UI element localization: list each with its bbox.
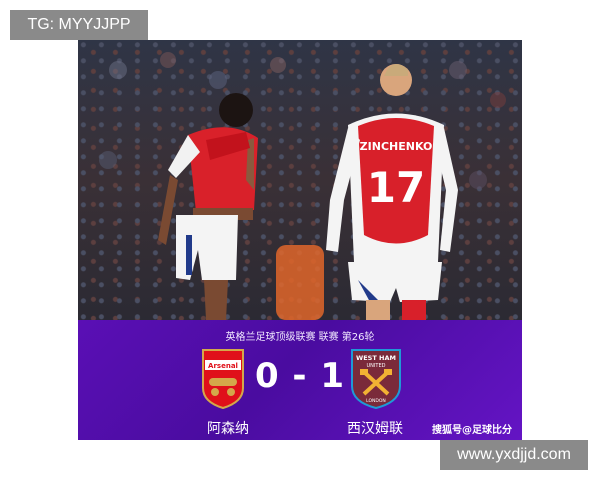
west-ham-crest-icon: WEST HAM UNITED LONDON	[348, 348, 404, 414]
home-team-name: 阿森纳	[207, 421, 249, 437]
watermark-top-left: TG: MYYJJPP	[10, 10, 148, 40]
player-right: ZINCHENKO 17	[326, 64, 458, 320]
match-score: 0 - 1	[254, 356, 346, 396]
match-photo: ZINCHENKO 17	[78, 40, 522, 320]
crest-home-label: Arsenal	[208, 362, 238, 370]
crest-away-label-2: UNITED	[367, 363, 386, 369]
league-round: 英格兰足球顶级联赛 联赛 第26轮	[225, 332, 375, 343]
player-left	[158, 93, 258, 320]
crest-away-label-1: WEST HAM	[356, 354, 396, 362]
score-banner: 英格兰足球顶级联赛 联赛 第26轮 Arsenal 0 - 1 WEST HAM…	[78, 320, 522, 440]
crest-away-label-3: LONDON	[366, 398, 386, 404]
jersey-number: 17	[367, 163, 425, 212]
match-card: ZINCHENKO 17 英格兰足球顶级联赛 联赛 第26轮 Arsenal 0…	[78, 40, 522, 440]
away-team-name: 西汉姆联	[347, 421, 403, 437]
watermark-bottom-right: www.yxdjjd.com	[440, 440, 588, 470]
players-illustration: ZINCHENKO 17	[99, 52, 506, 320]
source-label: 搜狐号@足球比分	[432, 425, 512, 436]
arsenal-crest-icon: Arsenal	[199, 348, 247, 414]
jersey-name: ZINCHENKO	[360, 140, 433, 153]
